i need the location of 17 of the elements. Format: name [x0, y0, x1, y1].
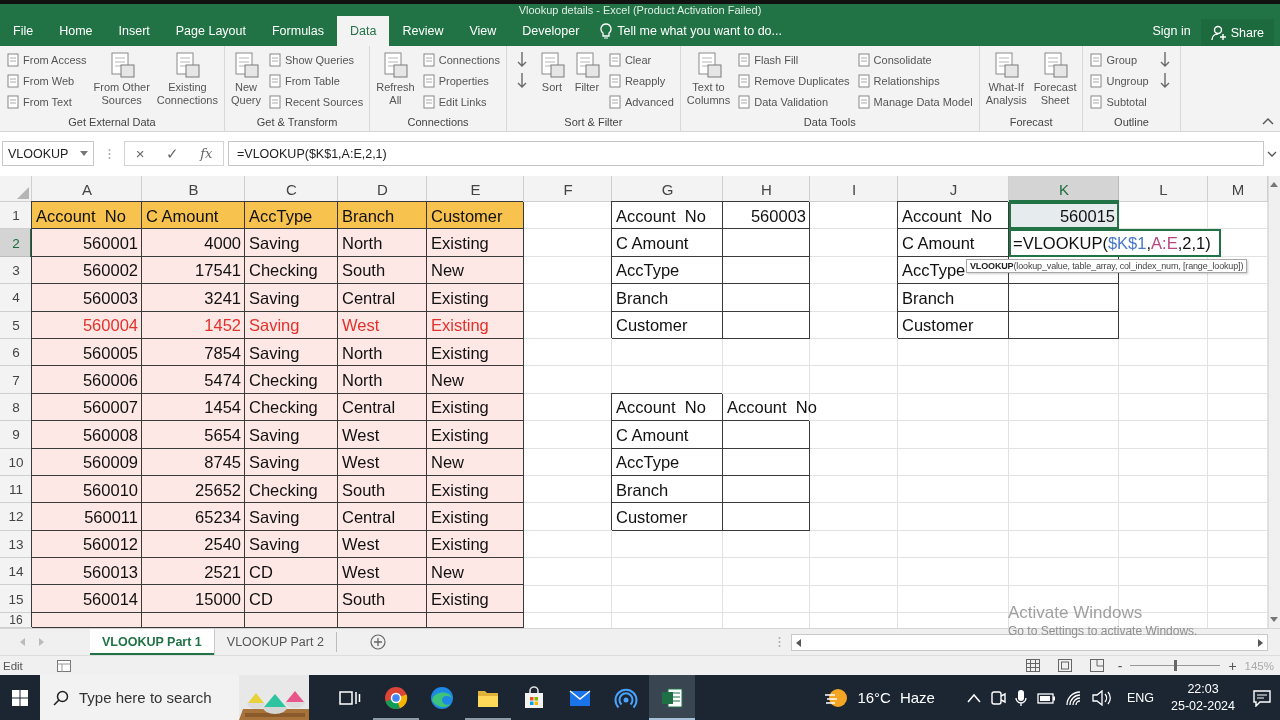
status-text: Edit [3, 659, 23, 672]
activation-title: Activate Windows [1008, 603, 1144, 623]
temperature: 16°C [857, 689, 891, 706]
activation-message: Go to Settings to activate Windows. [1008, 623, 1198, 639]
group-label: Forecast [1008, 116, 1054, 130]
zoom-level: 145% [1244, 659, 1274, 672]
group-label: Get External Data [67, 116, 157, 130]
group-label: Outline [1113, 116, 1150, 130]
group-label: Get & Transform [255, 116, 339, 130]
date: 25-02-2024 [1171, 697, 1235, 715]
time: 22:03 [1187, 680, 1219, 698]
group-label: Connections [406, 116, 470, 130]
group-label: Sort & Filter [563, 116, 624, 130]
function-tooltip: VLOOKUP(lookup_value, table_array, col_index_num, [range_lookup]) [966, 259, 1248, 273]
window-title: Vlookup details - Excel (Product Activation Failed) [0, 0, 1280, 16]
weather-text: Haze [899, 689, 935, 706]
group-label: Data Tools [802, 116, 857, 130]
